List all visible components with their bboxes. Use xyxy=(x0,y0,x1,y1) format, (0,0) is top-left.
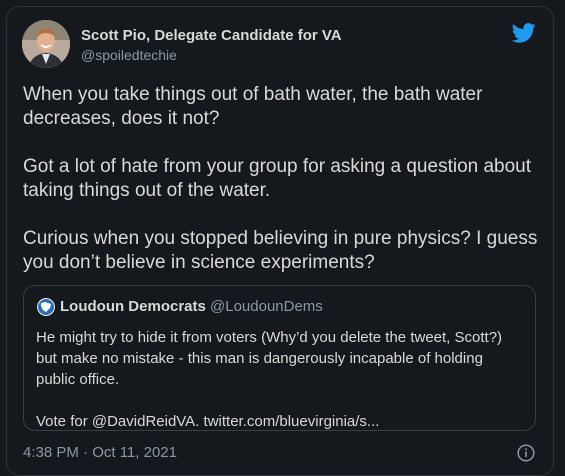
quoted-tweet[interactable]: Loudoun Democrats @LoudounDems He might … xyxy=(23,285,536,431)
author-avatar[interactable] xyxy=(22,20,70,68)
author-name[interactable]: Scott Pio, Delegate Candidate for VA xyxy=(81,27,342,44)
author-handle[interactable]: @spoiledtechie xyxy=(81,47,177,63)
tweet-paragraph: When you take things out of bath water, … xyxy=(23,84,483,129)
quoted-paragraph: Vote for @DavidReidVA. twitter.com/bluev… xyxy=(36,413,380,430)
quoted-paragraph: He might try to hide it from voters (Why… xyxy=(36,329,503,388)
quoted-author-handle[interactable]: @LoudounDems xyxy=(210,298,323,315)
quoted-text: He might try to hide it from voters (Why… xyxy=(36,327,526,453)
quoted-author-name[interactable]: Loudoun Democrats xyxy=(60,298,206,315)
tweet-paragraph: Got a lot of hate from your group for as… xyxy=(23,156,532,201)
quoted-avatar[interactable] xyxy=(37,298,55,316)
tweet-card[interactable]: Scott Pio, Delegate Candidate for VA @sp… xyxy=(6,6,554,476)
tweet-text: When you take things out of bath water, … xyxy=(23,83,538,299)
tweet-paragraph: Curious when you stopped believing in pu… xyxy=(23,228,538,273)
twitter-bird-icon[interactable] xyxy=(512,23,536,43)
info-icon[interactable] xyxy=(517,444,535,462)
tweet-timestamp[interactable]: 4:38 PM · Oct 11, 2021 xyxy=(23,444,177,461)
